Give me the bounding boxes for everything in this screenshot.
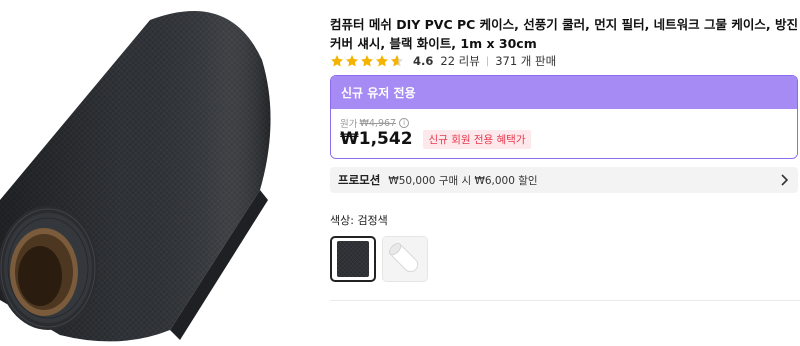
product-image[interactable] bbox=[0, 0, 300, 346]
divider-bar: | bbox=[485, 55, 490, 67]
white-mesh-swatch bbox=[383, 237, 427, 281]
color-label: 색상: 검정색 bbox=[330, 214, 388, 227]
price-row: ₩1,542 신규 회원 전용 혜택가 bbox=[340, 129, 532, 149]
star-icon bbox=[330, 55, 344, 67]
sale-price: ₩1,542 bbox=[340, 129, 413, 149]
rating-value: 4.6 bbox=[413, 54, 434, 68]
promo-header: 신규 유저 전용 bbox=[331, 76, 797, 109]
info-icon[interactable]: i bbox=[399, 118, 410, 128]
new-user-promo-card: 신규 유저 전용 원가 ₩4,967 i ₩1,542 신규 회원 전용 혜택가 bbox=[330, 75, 798, 159]
new-member-badge: 신규 회원 전용 혜택가 bbox=[422, 129, 532, 149]
promo-body: 원가 ₩4,967 i ₩1,542 신규 회원 전용 혜택가 bbox=[331, 109, 797, 158]
original-price-row: 원가 ₩4,967 i bbox=[340, 116, 410, 130]
star-icon bbox=[375, 55, 389, 67]
half-star-icon bbox=[390, 55, 404, 67]
black-mesh-swatch bbox=[337, 241, 369, 277]
rating-stars bbox=[330, 54, 405, 68]
mesh-roll-image bbox=[0, 11, 271, 342]
review-count-link[interactable]: 22 리뷰 bbox=[440, 53, 479, 69]
chevron-right-icon bbox=[781, 174, 788, 186]
star-icon bbox=[345, 55, 359, 67]
promotion-row[interactable]: 프로모션 ₩50,000 구매 시 ₩6,000 할인 bbox=[330, 167, 798, 193]
original-price-label: 원가 bbox=[340, 119, 358, 130]
star-icon bbox=[360, 55, 374, 67]
color-option-white[interactable] bbox=[382, 236, 428, 282]
rating-row[interactable]: 4.6 22 리뷰 | 371 개 판매 bbox=[330, 53, 556, 69]
product-title: 컴퓨터 메쉬 DIY PVC PC 케이스, 선풍기 쿨러, 먼지 필터, 네트… bbox=[330, 17, 798, 51]
sold-count: 371 개 판매 bbox=[495, 54, 557, 68]
original-price: ₩4,967 bbox=[359, 117, 397, 129]
promotion-text: ₩50,000 구매 시 ₩6,000 할인 bbox=[388, 174, 538, 187]
color-option-black[interactable] bbox=[330, 236, 376, 282]
product-page: 컴퓨터 메쉬 DIY PVC PC 케이스, 선풍기 쿨러, 먼지 필터, 네트… bbox=[0, 0, 800, 346]
section-divider bbox=[330, 300, 800, 301]
promotion-label: 프로모션 bbox=[338, 173, 381, 187]
